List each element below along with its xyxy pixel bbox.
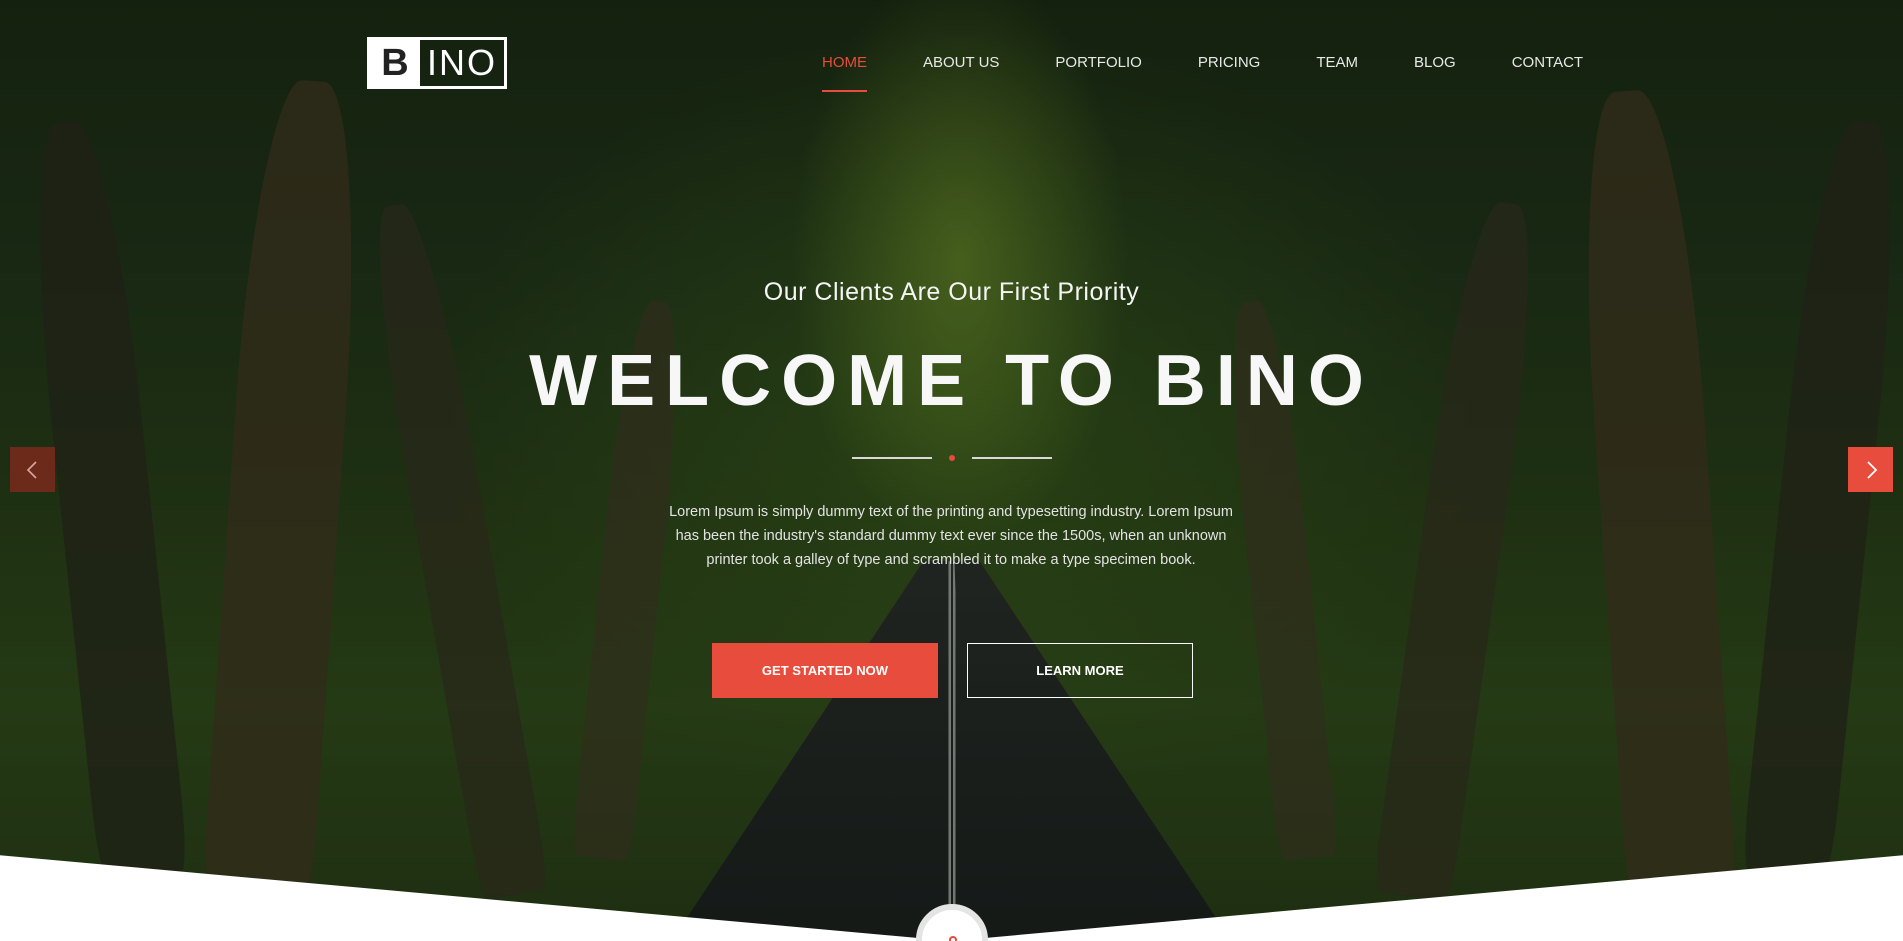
hero-description: Lorem Ipsum is simply dummy text of the … (669, 504, 1233, 568)
nav-item-blog[interactable]: BLOG (1414, 54, 1456, 71)
nav-item-contact[interactable]: CONTACT (1512, 54, 1583, 71)
get-started-button[interactable]: GET STARTED NOW (712, 643, 938, 698)
nav-item-portfolio[interactable]: PORTFOLIO (1055, 54, 1141, 71)
slider-next-button[interactable] (1848, 447, 1893, 492)
hero-overlay (0, 0, 1903, 941)
slider-prev-button[interactable] (10, 447, 55, 492)
map-marker-icon (949, 936, 957, 941)
hero-tagline: Our Clients Are Our First Priority (763, 278, 1140, 306)
divider-line-right (972, 457, 1052, 459)
learn-more-button[interactable]: LEARN MORE (967, 643, 1193, 698)
nav-item-about-us[interactable]: ABOUT US (923, 54, 999, 71)
nav-item-team[interactable]: TEAM (1316, 54, 1358, 71)
hero-slider (0, 0, 1903, 941)
site-logo[interactable]: B INO (367, 37, 507, 89)
chevron-left-icon (26, 460, 37, 479)
divider-line-left (852, 457, 932, 459)
nav-item-pricing[interactable]: PRICING (1198, 54, 1261, 71)
divider-dot (949, 455, 955, 461)
hero-headline: WELCOME TO BINO (529, 341, 1374, 421)
hero-divider (852, 455, 1052, 461)
chevron-right-icon (1866, 460, 1877, 479)
logo-text: INO (426, 42, 497, 83)
nav-item-home[interactable]: HOME (822, 54, 867, 92)
logo-letter: B (370, 40, 420, 86)
main-nav: HOME ABOUT US PORTFOLIO PRICING TEAM BLO… (822, 54, 1583, 92)
